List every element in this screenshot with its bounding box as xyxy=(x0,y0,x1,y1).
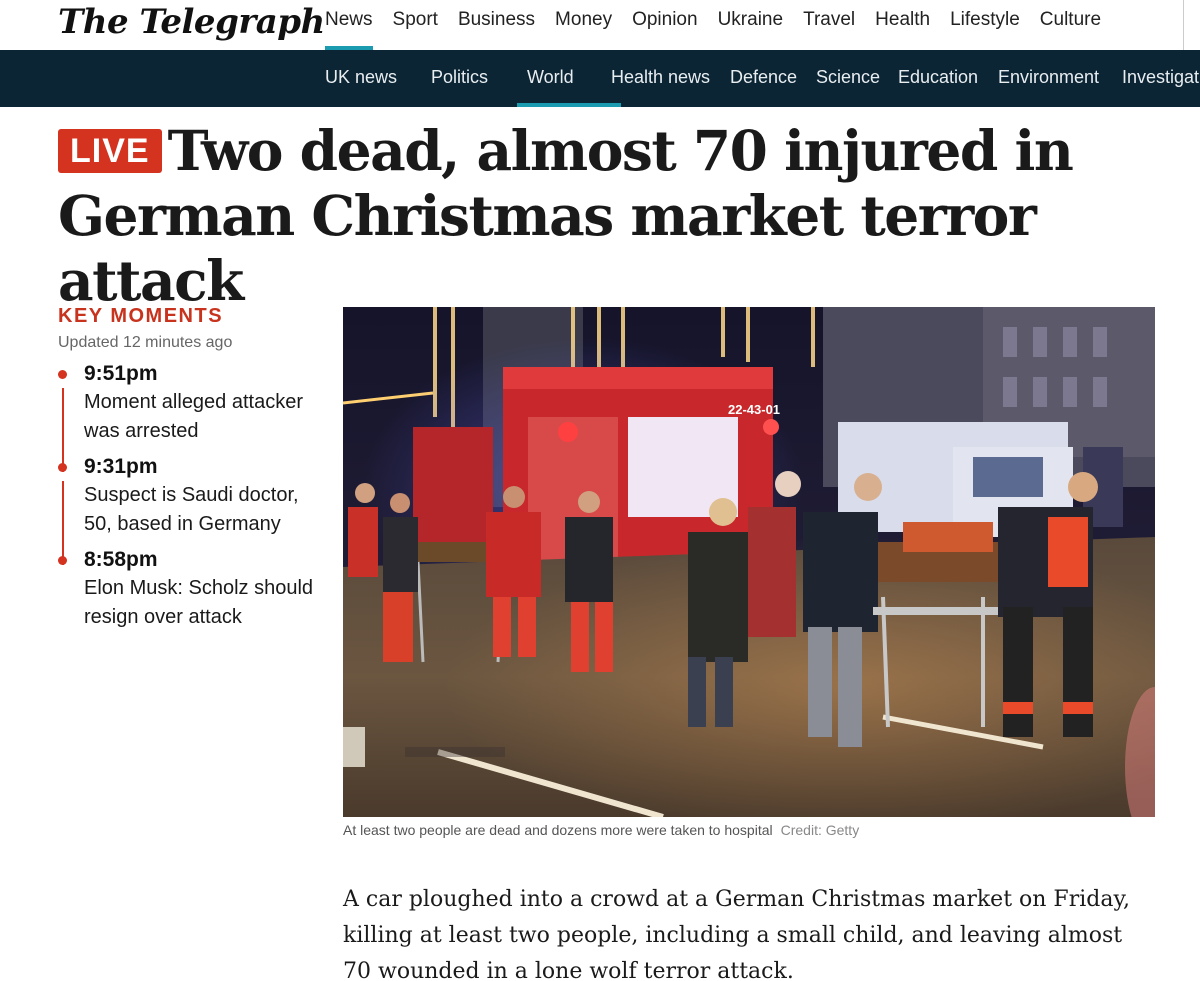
subnav-item-investigations[interactable]: Investigat xyxy=(1122,50,1199,107)
subnav-item-defence[interactable]: Defence xyxy=(730,50,816,107)
key-moments-list: 9:51pm Moment alleged attacker was arres… xyxy=(58,360,318,631)
truck-number: 22-43-01 xyxy=(728,402,780,417)
timeline-dot-icon xyxy=(58,556,67,565)
subnav-item-education[interactable]: Education xyxy=(898,50,998,107)
nav-item-ukraine[interactable]: Ukraine xyxy=(708,0,793,50)
nav-item-travel[interactable]: Travel xyxy=(793,0,865,50)
key-moment-text[interactable]: Suspect is Saudi doctor, 50, based in Ge… xyxy=(84,481,318,538)
nav-item-business[interactable]: Business xyxy=(448,0,545,50)
subnav-item-politics[interactable]: Politics xyxy=(431,50,527,107)
section-navigation-bar: UK news Politics World Health news Defen… xyxy=(0,50,1200,107)
nav-item-news[interactable]: News xyxy=(315,0,383,50)
key-moment-item[interactable]: 9:51pm Moment alleged attacker was arres… xyxy=(58,360,318,472)
key-moment-item[interactable]: 9:31pm Suspect is Saudi doctor, 50, base… xyxy=(58,453,318,565)
subnav-item-world[interactable]: World xyxy=(517,50,621,107)
key-moment-item[interactable]: 8:58pm Elon Musk: Scholz should resign o… xyxy=(58,546,318,631)
article-headline: LIVE Two dead, almost 70 injured in Germa… xyxy=(58,118,1178,313)
subnav-item-environment[interactable]: Environment xyxy=(998,50,1122,107)
article-photo[interactable]: 22-43-01 xyxy=(343,307,1155,817)
timeline-dot-icon xyxy=(58,370,67,379)
nav-item-culture[interactable]: Culture xyxy=(1030,0,1111,50)
nav-item-money[interactable]: Money xyxy=(545,0,622,50)
key-moments-panel: KEY MOMENTS Updated 12 minutes ago 9:51p… xyxy=(58,305,318,639)
main-nav: News Sport Business Money Opinion Ukrain… xyxy=(315,0,1111,50)
nav-item-health[interactable]: Health xyxy=(865,0,940,50)
key-moment-time: 9:51pm xyxy=(84,362,158,385)
subnav-item-health-news[interactable]: Health news xyxy=(611,50,730,107)
live-badge: LIVE xyxy=(58,129,162,173)
key-moment-time: 9:31pm xyxy=(84,455,158,478)
subnav-item-uk-news[interactable]: UK news xyxy=(325,50,431,107)
photo-caption: At least two people are dead and dozens … xyxy=(343,822,859,838)
emergency-scene-image: 22-43-01 xyxy=(343,307,1155,817)
nav-item-opinion[interactable]: Opinion xyxy=(622,0,708,50)
timeline-dot-icon xyxy=(58,463,67,472)
key-moment-text[interactable]: Moment alleged attacker was arrested xyxy=(84,388,318,445)
key-moment-text[interactable]: Elon Musk: Scholz should resign over att… xyxy=(84,574,318,631)
article-lede: A car ploughed into a crowd at a German … xyxy=(343,887,1130,981)
nav-item-lifestyle[interactable]: Lifestyle xyxy=(940,0,1030,50)
headline-text: Two dead, almost 70 injured in German Ch… xyxy=(58,118,1074,313)
caption-text: At least two people are dead and dozens … xyxy=(343,822,773,838)
telegraph-logo[interactable]: The Telegraph xyxy=(58,2,325,42)
key-moments-updated: Updated 12 minutes ago xyxy=(58,334,233,351)
section-nav: UK news Politics World Health news Defen… xyxy=(315,50,1199,107)
top-navigation-bar: The Telegraph News Sport Business Money … xyxy=(0,0,1200,50)
key-moments-title: KEY MOMENTS xyxy=(58,305,224,327)
photo-credit: Credit: Getty xyxy=(780,822,860,838)
subnav-item-science[interactable]: Science xyxy=(816,50,898,107)
nav-divider xyxy=(1183,0,1184,50)
key-moment-time: 8:58pm xyxy=(84,548,158,571)
nav-item-sport[interactable]: Sport xyxy=(383,0,448,50)
